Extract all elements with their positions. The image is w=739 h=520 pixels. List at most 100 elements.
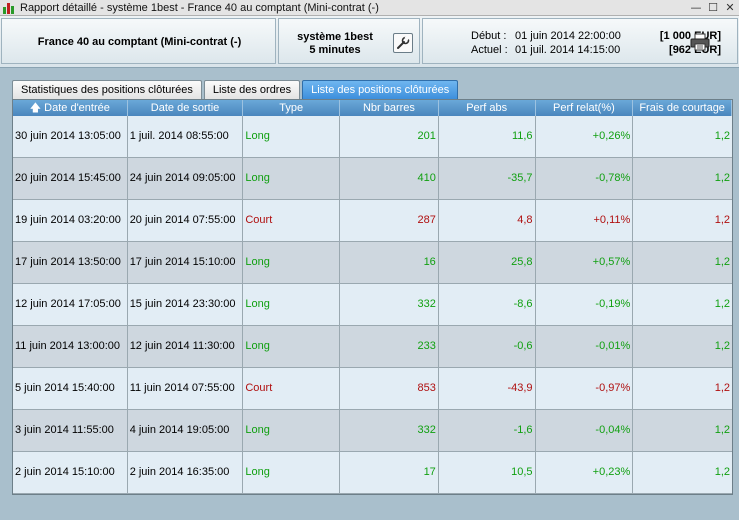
fees-cell: 1,2 [714,130,730,142]
close-icon[interactable]: ✕ [723,1,737,15]
exit-date-cell: 20 juin 2014 07:55:00 [128,200,244,241]
print-button[interactable] [689,33,711,51]
exit-date-cell: 11 juin 2014 07:55:00 [128,368,244,409]
perf-rel-cell: -0,97% [536,368,634,409]
table-header: 🡅 Date d'entrée Date de sortie Type Nbr … [13,100,732,116]
start-date: 01 juin 2014 22:00:00 [515,30,621,42]
table-row[interactable]: 3 juin 2014 11:55:00 4 juin 2014 19:05:00… [13,410,732,452]
bar-count-cell: 287 [340,200,439,241]
table-row[interactable]: 12 juin 2014 17:05:00 15 juin 2014 23:30:… [13,284,732,326]
perf-abs-cell: -0,6 [439,326,536,367]
system-title: système 1best [297,31,373,43]
system-timeframe: 5 minutes [309,44,361,56]
perf-abs-cell: 11,6 [439,116,536,157]
bar-count-cell: 233 [340,326,439,367]
perf-abs-cell: -1,6 [439,410,536,451]
type-cell: Long [243,158,341,199]
exit-date-cell: 24 juin 2014 09:05:00 [128,158,244,199]
type-cell: Court [243,368,341,409]
bar-count-cell: 16 [340,242,439,283]
printer-icon [690,33,710,51]
perf-rel-cell: +0,11% [536,200,634,241]
perf-abs-cell: 10,5 [439,452,536,493]
entry-date-cell: 30 juin 2014 13:05:00 [13,116,128,157]
table-row[interactable]: 19 juin 2014 03:20:00 20 juin 2014 07:55:… [13,200,732,242]
perf-abs-cell: 4,8 [439,200,536,241]
start-label: Début : [471,30,507,42]
closed-positions-table: 🡅 Date d'entrée Date de sortie Type Nbr … [12,99,733,495]
exit-date-cell: 4 juin 2014 19:05:00 [128,410,244,451]
column-header-fees[interactable]: Frais de courtage [633,100,732,116]
window-title: Rapport détaillé - système 1best - Franc… [20,1,379,14]
bar-count-cell: 332 [340,284,439,325]
system-panel: système 1best 5 minutes [278,18,420,64]
column-header-perf-rel[interactable]: Perf relat(%) [536,100,634,116]
fees-cell: 1,2 [714,214,730,226]
fees-cell: 1,2 [714,340,730,352]
entry-date-cell: 12 juin 2014 17:05:00 [13,284,128,325]
type-cell: Long [243,410,341,451]
current-label: Actuel : [471,44,508,56]
table-row[interactable]: 17 juin 2014 13:50:00 17 juin 2014 15:10:… [13,242,732,284]
fees-cell: 1,2 [714,424,730,436]
exit-date-cell: 17 juin 2014 15:10:00 [128,242,244,283]
entry-date-cell: 19 juin 2014 03:20:00 [13,200,128,241]
wrench-icon [397,36,410,49]
exit-date-cell: 15 juin 2014 23:30:00 [128,284,244,325]
perf-rel-cell: +0,57% [536,242,634,283]
column-header-entry-date[interactable]: 🡅 Date d'entrée [13,100,128,116]
report-header: France 40 au comptant (Mini-contrat (-) … [0,16,739,68]
perf-rel-cell: -0,01% [536,326,634,367]
bar-count-cell: 853 [340,368,439,409]
table-row[interactable]: 5 juin 2014 15:40:00 11 juin 2014 07:55:0… [13,368,732,410]
column-header-type[interactable]: Type [243,100,341,116]
exit-date-cell: 12 juin 2014 11:30:00 [128,326,244,367]
exit-date-cell: 1 juil. 2014 08:55:00 [128,116,244,157]
tab-order-list[interactable]: Liste des ordres [203,80,301,99]
entry-date-cell: 17 juin 2014 13:50:00 [13,242,128,283]
tab-closed-positions-list[interactable]: Liste des positions clôturées [302,80,459,99]
perf-rel-cell: -0,19% [536,284,634,325]
table-row[interactable]: 30 juin 2014 13:05:00 1 juil. 2014 08:55:… [13,116,732,158]
fees-cell: 1,2 [714,172,730,184]
table-row[interactable]: 2 juin 2014 15:10:00 2 juin 2014 16:35:00… [13,452,732,494]
type-cell: Long [243,326,341,367]
report-tabs: Statistiques des positions clôturées Lis… [12,80,460,99]
perf-abs-cell: -35,7 [439,158,536,199]
table-row[interactable]: 20 juin 2014 15:45:00 24 juin 2014 09:05:… [13,158,732,200]
perf-abs-cell: -8,6 [439,284,536,325]
table-row[interactable]: 11 juin 2014 13:00:00 12 juin 2014 11:30:… [13,326,732,368]
perf-abs-cell: -43,9 [439,368,536,409]
system-name: système 1best 5 minutes [279,31,391,57]
fees-cell: 1,2 [714,256,730,268]
start-amount: [1 000 EUR] [659,30,721,42]
perf-abs-cell: 25,8 [439,242,536,283]
column-header-exit-date[interactable]: Date de sortie [128,100,244,116]
column-header-bar-count[interactable]: Nbr barres [340,100,439,116]
bar-count-cell: 201 [340,116,439,157]
instrument-panel: France 40 au comptant (Mini-contrat (-) [1,18,276,64]
column-header-perf-abs[interactable]: Perf abs [439,100,536,116]
bar-count-cell: 332 [340,410,439,451]
window-titlebar: Rapport détaillé - système 1best - Franc… [0,0,739,16]
entry-date-cell: 3 juin 2014 11:55:00 [13,410,128,451]
sort-up-arrow-icon: 🡅 [29,102,45,114]
maximize-icon[interactable]: ☐ [706,1,720,15]
period-dates: Début : 01 juin 2014 22:00:00 [1 000 EUR… [471,29,721,57]
minimize-icon[interactable]: — [689,1,703,15]
app-chart-icon [2,1,16,15]
bar-count-cell: 17 [340,452,439,493]
type-cell: Court [243,200,341,241]
fees-cell: 1,2 [714,466,730,478]
table-body: 30 juin 2014 13:05:00 1 juil. 2014 08:55:… [13,116,732,494]
period-panel: Début : 01 juin 2014 22:00:00 [1 000 EUR… [422,18,738,64]
perf-rel-cell: -0,04% [536,410,634,451]
settings-wrench-button[interactable] [393,33,413,53]
entry-date-cell: 11 juin 2014 13:00:00 [13,326,128,367]
fees-cell: 1,2 [714,298,730,310]
tab-closed-positions-stats[interactable]: Statistiques des positions clôturées [12,80,202,99]
current-date: 01 juil. 2014 14:15:00 [515,44,621,56]
entry-date-cell: 2 juin 2014 15:10:00 [13,452,128,493]
entry-date-cell: 5 juin 2014 15:40:00 [13,368,128,409]
perf-rel-cell: +0,23% [536,452,634,493]
